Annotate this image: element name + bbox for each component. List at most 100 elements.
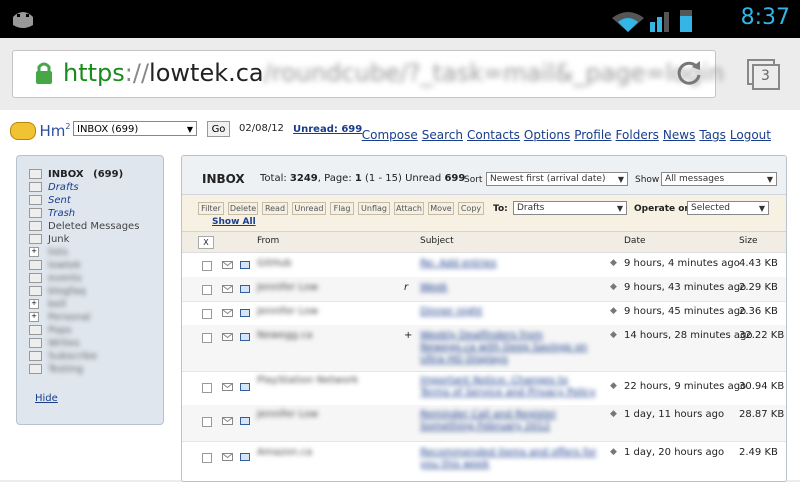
column-date[interactable]: Date — [624, 236, 646, 246]
folder-item[interactable]: Testing — [29, 363, 159, 376]
column-from[interactable]: From — [257, 236, 279, 246]
folder-item[interactable]: blogfaq — [29, 285, 159, 298]
operate-on-select[interactable]: Selected ▼ — [687, 201, 769, 215]
hide-sidebar-link[interactable]: Hide — [35, 393, 58, 404]
tag-icon[interactable]: ◆ — [610, 381, 617, 391]
sort-select[interactable]: Newest first (arrival date) ▼ — [486, 172, 628, 186]
nav-profile[interactable]: Profile — [574, 128, 611, 142]
tag-icon[interactable]: ◆ — [610, 306, 617, 316]
folder-item[interactable]: events — [29, 272, 159, 285]
folder-icon — [29, 182, 42, 192]
message-icon — [240, 285, 250, 293]
tabs-button[interactable]: 3 — [746, 58, 782, 92]
row-checkbox[interactable] — [202, 309, 212, 319]
nav-search[interactable]: Search — [422, 128, 463, 142]
nav-options[interactable]: Options — [524, 128, 570, 142]
tab-count: 3 — [761, 68, 770, 84]
nav-compose[interactable]: Compose — [362, 128, 418, 142]
row-checkbox[interactable] — [202, 383, 212, 393]
table-row[interactable]: GitHub Re: Add entries ◆ 9 hours, 4 minu… — [182, 253, 786, 278]
row-checkbox[interactable] — [202, 417, 212, 427]
attach-button[interactable]: Attach — [394, 202, 424, 215]
show-all-link[interactable]: Show All — [212, 217, 256, 227]
table-row[interactable]: Jennifer Low r Week ◆ 9 hours, 43 minute… — [182, 277, 786, 302]
delete-button[interactable]: Delete — [228, 202, 258, 215]
reload-icon[interactable] — [675, 59, 703, 87]
expand-icon[interactable]: + — [29, 247, 39, 257]
message-subject[interactable]: Re: Add entries — [420, 258, 598, 270]
to-folder-select[interactable]: Drafts ▼ — [513, 201, 627, 215]
tag-icon[interactable]: ◆ — [610, 330, 617, 340]
message-toolbar: Filter Delete Read Unread Flag Unflag At… — [182, 195, 786, 232]
read-button[interactable]: Read — [262, 202, 288, 215]
filter-button[interactable]: Filter — [198, 202, 224, 215]
message-subject[interactable]: Recommended items and offers for you thi… — [420, 447, 598, 471]
sort-label: Sort — [464, 175, 483, 185]
folder-item[interactable]: + lists — [29, 246, 159, 259]
table-row[interactable]: PlayStation Network Important Notice: Ch… — [182, 371, 786, 406]
nav-news[interactable]: News — [663, 128, 695, 142]
message-subject[interactable]: Dinner night — [420, 306, 598, 318]
copy-button[interactable]: Copy — [458, 202, 484, 215]
tag-icon[interactable]: ◆ — [610, 258, 617, 268]
folder-item[interactable]: Subscribe — [29, 350, 159, 363]
column-headers: X From Subject Date Size — [182, 232, 786, 253]
message-subject[interactable]: Reminder Call and Register Something Feb… — [420, 409, 598, 433]
folder-junk[interactable]: Junk — [29, 233, 159, 246]
url-text[interactable]: https://lowtek.ca/roundcube/?_task=mail&… — [63, 59, 724, 87]
unread-link[interactable]: Unread: 699 — [293, 124, 362, 135]
folder-drafts[interactable]: Drafts — [29, 181, 159, 194]
folder-select[interactable]: INBOX (699) ▼ — [73, 121, 197, 136]
mailbox-title: INBOX — [202, 172, 245, 186]
nav-logout[interactable]: Logout — [730, 128, 771, 142]
folder-item[interactable]: lowtek — [29, 259, 159, 272]
folder-item[interactable]: Pops — [29, 324, 159, 337]
nav-folders[interactable]: Folders — [616, 128, 659, 142]
url-bar[interactable]: https://lowtek.ca/roundcube/?_task=mail&… — [12, 50, 724, 98]
row-checkbox[interactable] — [202, 333, 212, 343]
row-checkbox[interactable] — [202, 285, 212, 295]
chevron-down-icon: ▼ — [766, 175, 773, 184]
column-subject[interactable]: Subject — [420, 236, 454, 246]
unflag-button[interactable]: Unflag — [358, 202, 390, 215]
folder-trash[interactable]: Trash — [29, 207, 159, 220]
tag-icon[interactable]: ◆ — [610, 409, 617, 419]
chevron-down-icon: ▼ — [616, 204, 623, 213]
table-row[interactable]: Jennifer Low Reminder Call and Register … — [182, 405, 786, 442]
go-button[interactable]: Go — [207, 121, 230, 137]
table-row[interactable]: Jennifer Low Dinner night ◆ 9 hours, 45 … — [182, 301, 786, 326]
folder-item[interactable]: + Personal — [29, 311, 159, 324]
flag-button[interactable]: Flag — [330, 202, 354, 215]
message-icon — [240, 333, 250, 341]
show-select[interactable]: All messages ▼ — [661, 172, 777, 186]
message-subject[interactable]: Weekly Dealfinders from Newegg.ca with D… — [420, 330, 598, 366]
expand-icon[interactable]: + — [29, 312, 39, 322]
folder-icon — [29, 351, 42, 361]
tag-icon[interactable]: ◆ — [610, 282, 617, 292]
nav-contacts[interactable]: Contacts — [467, 128, 520, 142]
folder-deleted[interactable]: Deleted Messages — [29, 220, 159, 233]
folder-inbox[interactable]: INBOX (699) — [29, 168, 159, 181]
expand-icon[interactable]: + — [29, 299, 39, 309]
move-button[interactable]: Move — [428, 202, 454, 215]
tag-icon[interactable]: ◆ — [610, 447, 617, 457]
nav-tags[interactable]: Tags — [699, 128, 726, 142]
clock: 8:37 — [740, 5, 790, 30]
row-checkbox[interactable] — [202, 261, 212, 271]
table-row[interactable]: Newegg.ca + Weekly Dealfinders from Newe… — [182, 325, 786, 372]
table-row[interactable]: Amazon.ca Recommended items and offers f… — [182, 441, 786, 481]
column-size[interactable]: Size — [739, 236, 757, 246]
message-subject[interactable]: Week — [420, 282, 598, 294]
unread-button[interactable]: Unread — [292, 202, 326, 215]
folder-item[interactable]: + bell — [29, 298, 159, 311]
select-toggle-button[interactable]: X — [198, 236, 214, 249]
row-checkbox[interactable] — [202, 453, 212, 463]
top-nav: Compose Search Contacts Options Profile Folde… — [358, 128, 771, 142]
folder-sent[interactable]: Sent — [29, 194, 159, 207]
message-subject[interactable]: Important Notice: Changes to Terms of Se… — [420, 375, 598, 399]
folder-item[interactable]: Writes — [29, 337, 159, 350]
envelope-icon — [222, 383, 233, 391]
folder-icon — [29, 169, 42, 179]
operate-on-label: Operate on: — [634, 204, 695, 214]
folder-icon — [29, 286, 42, 296]
